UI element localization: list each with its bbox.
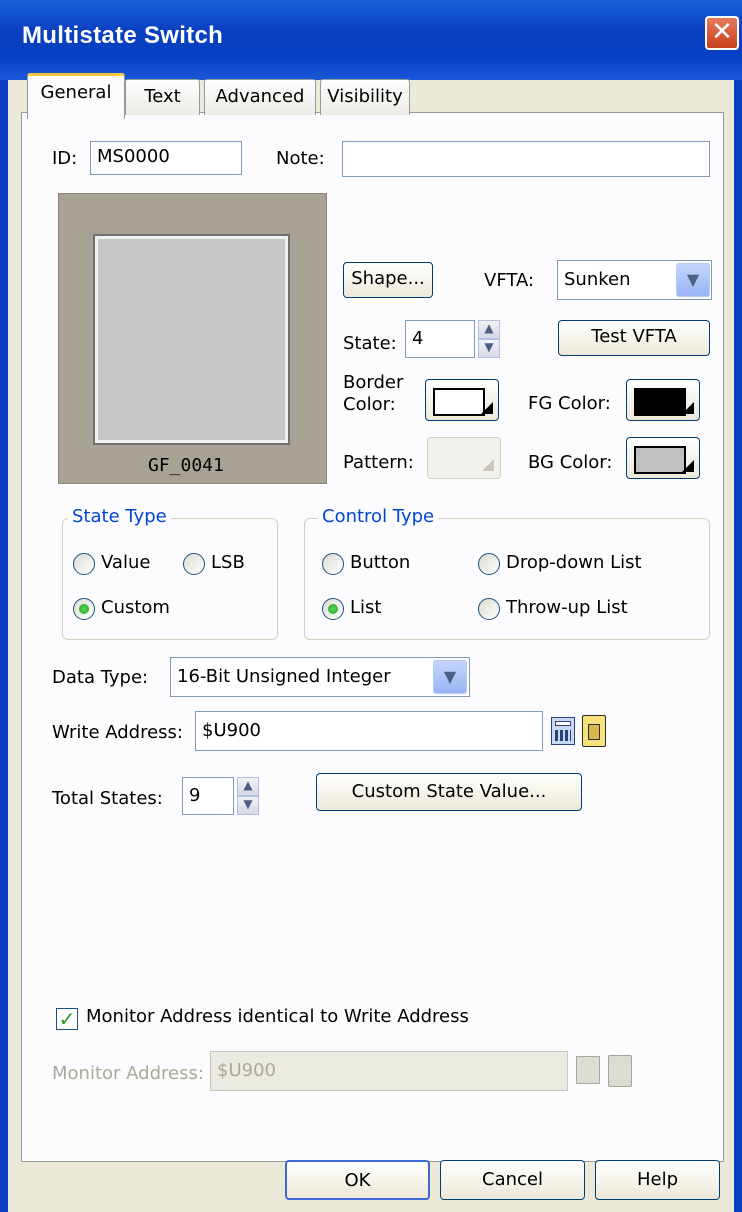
write-address-field[interactable]: $U900 <box>195 711 543 751</box>
tag-browser-icon <box>608 1055 632 1087</box>
border-color-label-line2: Color: <box>343 394 396 415</box>
window-frame-right <box>734 80 742 1212</box>
monitor-address-label: Monitor Address: <box>52 1063 204 1084</box>
test-vfta-button[interactable]: Test VFTA <box>558 320 710 356</box>
monitor-identical-checkbox[interactable]: ✓ <box>56 1008 78 1030</box>
total-states-label: Total States: <box>52 788 163 809</box>
state-label: State: <box>343 333 397 354</box>
radio-dropdown-list[interactable] <box>478 553 500 575</box>
radio-list[interactable] <box>322 598 344 620</box>
radio-custom-label[interactable]: Custom <box>101 597 170 618</box>
control-type-group <box>304 518 710 640</box>
vfta-label: VFTA: <box>484 270 535 291</box>
bg-color-swatch <box>634 446 686 474</box>
data-type-label: Data Type: <box>52 667 149 688</box>
vfta-value: Sunken <box>564 269 631 290</box>
window-frame-left <box>0 80 8 1212</box>
state-type-group <box>62 518 278 640</box>
dropdown-triangle-icon <box>682 402 694 414</box>
note-field[interactable] <box>342 141 710 177</box>
tab-text[interactable]: Text <box>125 79 200 115</box>
radio-throw-up-list[interactable] <box>478 598 500 620</box>
radio-value-label[interactable]: Value <box>101 552 150 573</box>
radio-lsb[interactable] <box>183 553 205 575</box>
calculator-icon <box>576 1056 600 1084</box>
data-type-value: 16-Bit Unsigned Integer <box>177 666 391 687</box>
radio-value[interactable] <box>73 553 95 575</box>
id-field[interactable]: MS0000 <box>90 141 242 175</box>
shape-button[interactable]: Shape... <box>343 262 433 298</box>
shape-preview <box>58 193 327 484</box>
tag-browser-icon[interactable] <box>582 715 606 747</box>
state-type-legend: State Type <box>68 506 171 527</box>
write-address-label: Write Address: <box>52 722 183 743</box>
border-color-swatch <box>433 388 485 416</box>
id-label: ID: <box>52 148 78 169</box>
shape-preview-inner <box>93 234 290 445</box>
tab-visibility[interactable]: Visibility <box>320 79 410 115</box>
ok-button[interactable]: OK <box>285 1160 430 1200</box>
close-button[interactable]: ✕ <box>705 16 739 50</box>
chevron-down-icon[interactable]: ▼ <box>676 263 710 297</box>
radio-lsb-label[interactable]: LSB <box>211 552 245 573</box>
cancel-button[interactable]: Cancel <box>440 1160 585 1200</box>
vfta-select[interactable]: Sunken ▼ <box>557 260 712 300</box>
control-type-legend: Control Type <box>318 506 439 527</box>
radio-custom[interactable] <box>73 598 95 620</box>
monitor-identical-label[interactable]: Monitor Address identical to Write Addre… <box>86 1006 469 1027</box>
data-type-select[interactable]: 16-Bit Unsigned Integer ▼ <box>170 657 470 697</box>
border-color-label: Border Color: <box>343 372 403 416</box>
pattern-button <box>427 437 501 479</box>
state-spin-up-icon[interactable]: ▲ <box>478 320 500 339</box>
radio-list-label[interactable]: List <box>350 597 381 618</box>
radio-button-label[interactable]: Button <box>350 552 410 573</box>
state-spin-down-icon[interactable]: ▼ <box>478 339 500 358</box>
dropdown-triangle-icon <box>481 402 493 414</box>
tab-advanced[interactable]: Advanced <box>204 79 316 115</box>
total-states-spin-down-icon[interactable]: ▼ <box>237 796 259 815</box>
dropdown-triangle-icon <box>682 460 694 472</box>
monitor-address-field: $U900 <box>210 1051 568 1091</box>
tab-general[interactable]: General <box>27 73 125 119</box>
help-button[interactable]: Help <box>595 1160 720 1200</box>
border-color-button[interactable] <box>425 379 499 421</box>
radio-throw-up-list-label[interactable]: Throw-up List <box>506 597 628 618</box>
preview-caption: GF_0041 <box>148 455 224 476</box>
dropdown-triangle-icon <box>482 459 494 471</box>
chevron-down-icon[interactable]: ▼ <box>433 660 467 694</box>
bg-color-label: BG Color: <box>528 452 613 473</box>
fg-color-swatch <box>634 388 686 416</box>
pattern-label: Pattern: <box>343 452 414 473</box>
total-states-spin-up-icon[interactable]: ▲ <box>237 777 259 796</box>
total-states-field[interactable]: 9 <box>182 777 234 815</box>
radio-dropdown-list-label[interactable]: Drop-down List <box>506 552 642 573</box>
bg-color-button[interactable] <box>626 437 700 479</box>
custom-state-value-button[interactable]: Custom State Value... <box>316 773 582 811</box>
state-field[interactable]: 4 <box>405 320 475 358</box>
calculator-icon[interactable] <box>551 717 575 745</box>
note-label: Note: <box>276 148 325 169</box>
radio-button[interactable] <box>322 553 344 575</box>
fg-color-label: FG Color: <box>528 393 611 414</box>
window-title: Multistate Switch <box>22 22 224 49</box>
fg-color-button[interactable] <box>626 379 700 421</box>
border-color-label-line1: Border <box>343 372 404 393</box>
